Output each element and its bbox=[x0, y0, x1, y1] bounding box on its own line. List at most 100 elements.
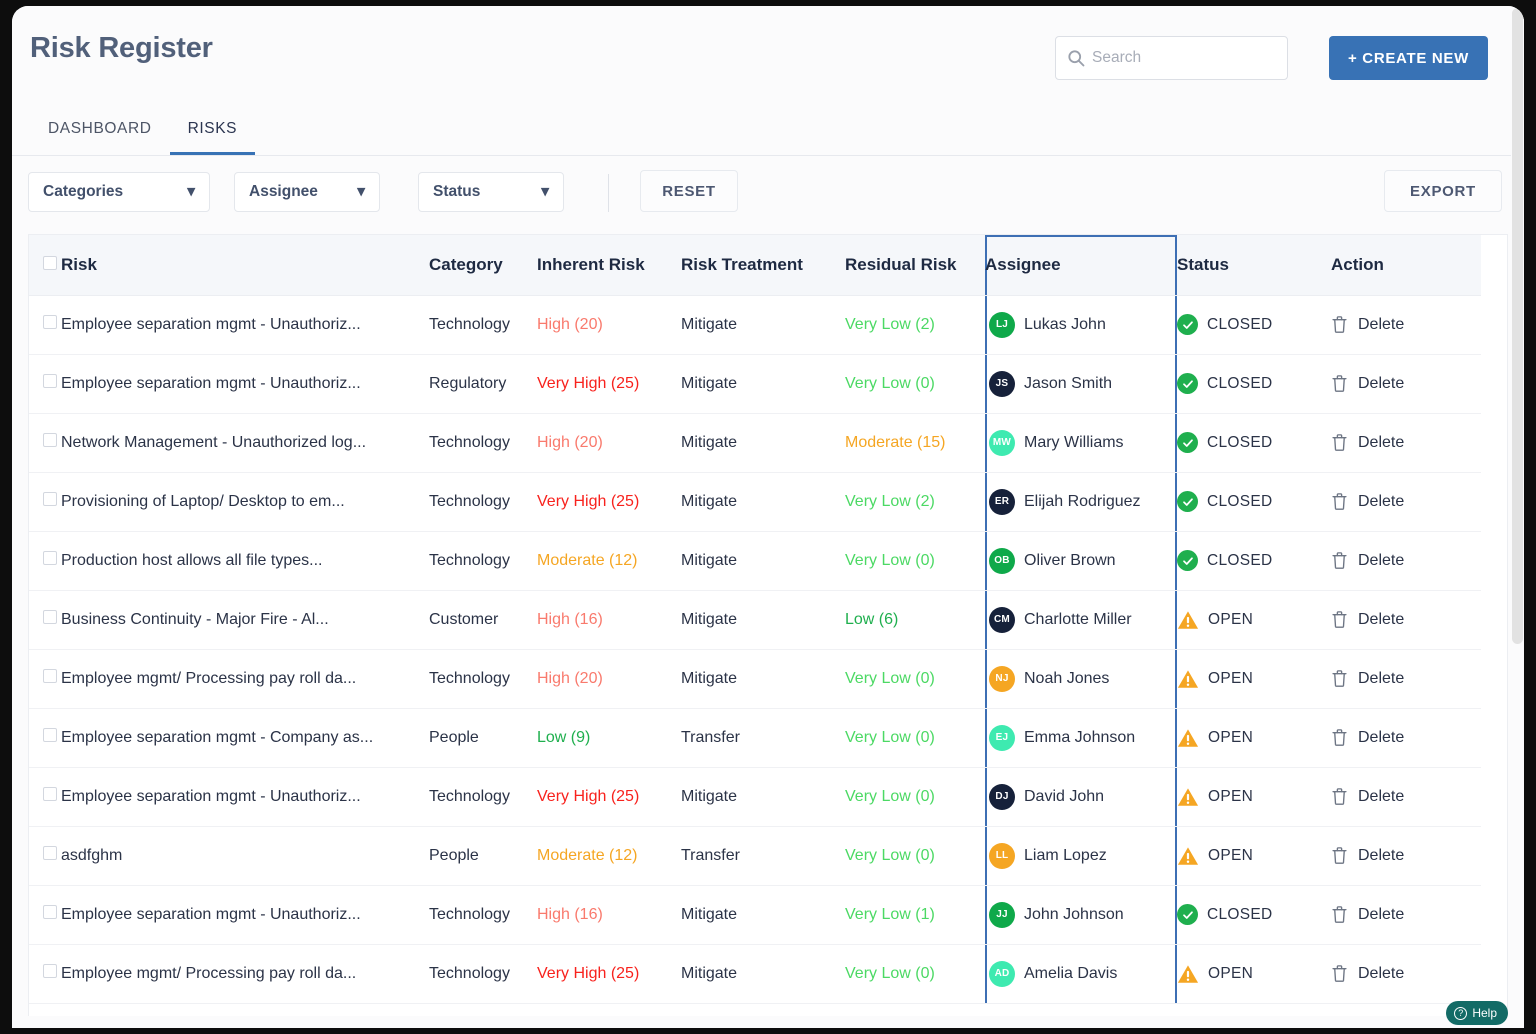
column-header-assignee[interactable]: Assignee bbox=[985, 235, 1177, 296]
table-header-row: Risk Category Inherent Risk Risk Treatme… bbox=[29, 235, 1481, 296]
column-header-status[interactable]: Status bbox=[1177, 235, 1331, 296]
cell-action[interactable]: Delete bbox=[1331, 531, 1481, 591]
table-row[interactable]: Employee mgmt/ Processing pay roll da...… bbox=[29, 944, 1481, 1004]
create-new-button[interactable]: + CREATE NEW bbox=[1328, 36, 1488, 80]
search-input[interactable] bbox=[1092, 49, 1277, 67]
table-row[interactable]: Employee separation mgmt - Unauthoriz...… bbox=[29, 354, 1481, 414]
table-row[interactable]: Employee separation mgmt - Company as...… bbox=[29, 708, 1481, 768]
table-row[interactable]: Network Management - Unauthorized log...… bbox=[29, 413, 1481, 473]
cell-action[interactable]: Delete bbox=[1331, 826, 1481, 886]
check-circle-icon bbox=[1177, 491, 1198, 512]
vertical-scrollbar-thumb[interactable] bbox=[1512, 8, 1523, 644]
table-row[interactable]: Production host allows all file types...… bbox=[29, 531, 1481, 591]
cell-assignee[interactable]: NJ Noah Jones bbox=[985, 649, 1177, 709]
cell-risk[interactable]: Employee separation mgmt - Unauthoriz... bbox=[61, 767, 429, 827]
cell-action[interactable]: Delete bbox=[1331, 649, 1481, 709]
row-checkbox[interactable] bbox=[43, 492, 57, 506]
row-checkbox[interactable] bbox=[43, 551, 57, 565]
cell-risk[interactable]: Employee mgmt/ Processing pay roll da... bbox=[61, 649, 429, 709]
page-title: Risk Register bbox=[30, 32, 213, 64]
cell-assignee[interactable]: LL Liam Lopez bbox=[985, 826, 1177, 886]
help-widget[interactable]: ? Help bbox=[1446, 1001, 1508, 1025]
cell-assignee[interactable]: AD Amelia Davis bbox=[985, 944, 1177, 1004]
avatar: LJ bbox=[989, 311, 1015, 338]
cell-risk[interactable]: Employee separation mgmt - Company as... bbox=[61, 708, 429, 768]
row-checkbox[interactable] bbox=[43, 610, 57, 624]
cell-assignee[interactable]: JS Jason Smith bbox=[985, 354, 1177, 414]
cell-risk[interactable]: Network Management - Unauthorized log... bbox=[61, 413, 429, 473]
cell-action[interactable]: Delete bbox=[1331, 295, 1481, 355]
row-checkbox[interactable] bbox=[43, 905, 57, 919]
row-select-cell bbox=[29, 826, 61, 886]
cell-action[interactable]: Delete bbox=[1331, 472, 1481, 532]
cell-risk[interactable]: Employee mgmt/ Processing pay roll da... bbox=[61, 944, 429, 1004]
tab-dashboard[interactable]: DASHBOARD bbox=[30, 108, 170, 155]
cell-risk[interactable]: Employee separation mgmt - Unauthoriz... bbox=[61, 885, 429, 945]
table-row[interactable]: asdfghm People Moderate (12) Transfer Very L… bbox=[29, 826, 1481, 886]
table-row[interactable]: Business Continuity - Major Fire - Al...… bbox=[29, 590, 1481, 650]
cell-action[interactable]: Delete bbox=[1331, 590, 1481, 650]
row-select-cell bbox=[29, 944, 61, 1004]
assignee-name: David John bbox=[1024, 787, 1105, 805]
filter-categories-dropdown[interactable]: Categories ▾ bbox=[28, 172, 210, 212]
table-row[interactable]: Provisioning of Laptop/ Desktop to em...… bbox=[29, 472, 1481, 532]
row-checkbox[interactable] bbox=[43, 315, 57, 329]
filter-status-dropdown[interactable]: Status ▾ bbox=[418, 172, 564, 212]
cell-assignee[interactable]: DJ David John bbox=[985, 767, 1177, 827]
row-checkbox[interactable] bbox=[43, 787, 57, 801]
row-checkbox[interactable] bbox=[43, 728, 57, 742]
column-header-residual-risk[interactable]: Residual Risk bbox=[845, 235, 985, 296]
cell-action[interactable]: Delete bbox=[1331, 885, 1481, 945]
filter-categories-label: Categories bbox=[43, 183, 124, 200]
cell-risk[interactable]: Employee separation mgmt - Unauthoriz... bbox=[61, 295, 429, 355]
table-row[interactable]: Employee separation mgmt - Unauthoriz...… bbox=[29, 767, 1481, 827]
row-checkbox[interactable] bbox=[43, 846, 57, 860]
column-header-action[interactable]: Action bbox=[1331, 235, 1481, 296]
filter-assignee-dropdown[interactable]: Assignee ▾ bbox=[234, 172, 380, 212]
cell-assignee[interactable]: MW Mary Williams bbox=[985, 413, 1177, 473]
delete-label: Delete bbox=[1358, 315, 1405, 333]
reset-button[interactable]: RESET bbox=[640, 170, 738, 212]
cell-assignee[interactable]: EJ Emma Johnson bbox=[985, 708, 1177, 768]
cell-risk[interactable]: Employee separation mgmt - Unauthoriz... bbox=[61, 354, 429, 414]
row-select-cell bbox=[29, 708, 61, 768]
trash-icon bbox=[1331, 669, 1348, 688]
warning-triangle-icon bbox=[1177, 728, 1199, 748]
cell-assignee[interactable]: OB Oliver Brown bbox=[985, 531, 1177, 591]
table-row[interactable]: Employee separation mgmt - Unauthoriz...… bbox=[29, 295, 1481, 355]
cell-action[interactable]: Delete bbox=[1331, 944, 1481, 1004]
filter-status-label: Status bbox=[433, 183, 481, 200]
cell-assignee[interactable]: LJ Lukas John bbox=[985, 295, 1177, 355]
column-header-category[interactable]: Category bbox=[429, 235, 537, 296]
cell-action[interactable]: Delete bbox=[1331, 413, 1481, 473]
column-header-risk-treatment[interactable]: Risk Treatment bbox=[681, 235, 845, 296]
column-header-inherent-risk[interactable]: Inherent Risk bbox=[537, 235, 681, 296]
cell-assignee[interactable]: JJ John Johnson bbox=[985, 885, 1177, 945]
cell-category: Technology bbox=[429, 649, 537, 709]
trash-icon bbox=[1331, 374, 1348, 393]
row-checkbox[interactable] bbox=[43, 964, 57, 978]
horizontal-scrollbar[interactable] bbox=[12, 1020, 1511, 1028]
table-row[interactable]: Employee mgmt/ Processing pay roll da...… bbox=[29, 649, 1481, 709]
cell-risk[interactable]: Business Continuity - Major Fire - Al... bbox=[61, 590, 429, 650]
cell-risk[interactable]: asdfghm bbox=[61, 826, 429, 886]
row-checkbox[interactable] bbox=[43, 374, 57, 388]
cell-assignee[interactable]: ER Elijah Rodriguez bbox=[985, 472, 1177, 532]
cell-action[interactable]: Delete bbox=[1331, 708, 1481, 768]
cell-action[interactable]: Delete bbox=[1331, 354, 1481, 414]
cell-risk[interactable]: Provisioning of Laptop/ Desktop to em... bbox=[61, 472, 429, 532]
cell-assignee[interactable]: CM Charlotte Miller bbox=[985, 590, 1177, 650]
search-box[interactable] bbox=[1055, 36, 1288, 80]
tab-risks[interactable]: RISKS bbox=[169, 108, 256, 155]
delete-label: Delete bbox=[1358, 787, 1405, 805]
vertical-scrollbar[interactable] bbox=[1511, 6, 1524, 1020]
cell-residual-risk: Very Low (0) bbox=[845, 708, 985, 768]
row-checkbox[interactable] bbox=[43, 669, 57, 683]
select-all-checkbox[interactable] bbox=[43, 255, 57, 270]
cell-risk[interactable]: Production host allows all file types... bbox=[61, 531, 429, 591]
export-button[interactable]: EXPORT bbox=[1384, 170, 1502, 212]
row-checkbox[interactable] bbox=[43, 433, 57, 447]
table-row[interactable]: Employee separation mgmt - Unauthoriz...… bbox=[29, 885, 1481, 945]
column-header-risk[interactable]: Risk bbox=[61, 235, 429, 296]
cell-action[interactable]: Delete bbox=[1331, 767, 1481, 827]
